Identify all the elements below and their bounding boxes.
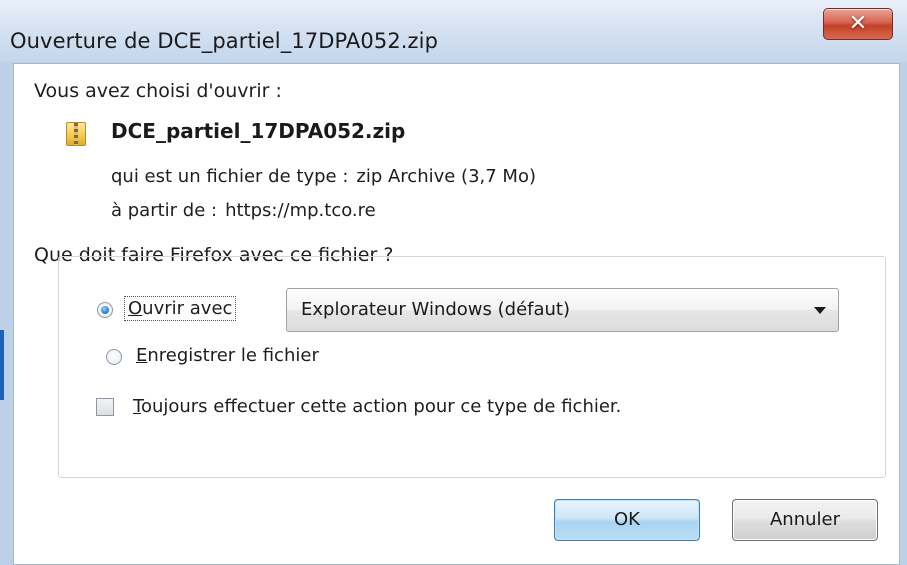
save-file-mnemonic: E [136,345,148,366]
file-type-row: qui est un fichier de type : zip Archive … [111,166,536,187]
open-with-label[interactable]: Ouvrir avec [124,296,237,321]
intro-text: Vous avez choisi d'ouvrir : [34,80,282,102]
always-do-this-label[interactable]: Toujours effectuer cette action pour ce … [133,396,621,417]
title-bar[interactable]: Ouverture de DCE_partiel_17DPA052.zip ✕ [0,0,907,62]
save-file-text: nregistrer le fichier [147,345,319,366]
always-do-this-mnemonic: T [133,396,141,417]
file-source-row: à partir de : https://mp.tco.re [111,200,376,221]
close-icon: ✕ [848,11,868,36]
save-file-label[interactable]: Enregistrer le fichier [136,345,319,366]
save-file-radio[interactable] [106,349,122,365]
window-title: Ouverture de DCE_partiel_17DPA052.zip [10,29,439,53]
always-do-this-text: oujours effectuer cette action pour ce t… [140,396,622,417]
file-source-label: à partir de : [111,200,218,221]
open-with-app-select[interactable]: Explorateur Windows (défaut) [286,288,839,332]
file-name: DCE_partiel_17DPA052.zip [111,119,406,143]
cancel-button[interactable]: Annuler [732,499,878,541]
open-with-radio[interactable] [97,302,113,318]
close-button[interactable]: ✕ [823,8,893,40]
file-source-value: https://mp.tco.re [225,200,376,221]
background-decoration [0,330,4,400]
ok-button[interactable]: OK [554,499,700,541]
open-with-text: uvrir avec [142,298,233,319]
open-file-dialog: Ouverture de DCE_partiel_17DPA052.zip ✕ … [0,0,907,565]
open-with-mnemonic: O [128,298,143,319]
open-with-app-value: Explorateur Windows (défaut) [301,299,571,320]
file-type-label: qui est un fichier de type : [111,166,349,187]
chevron-down-icon[interactable] [814,307,826,314]
file-type-value: zip Archive (3,7 Mo) [356,166,536,187]
always-do-this-checkbox[interactable] [96,398,114,416]
zip-archive-icon [66,122,86,146]
